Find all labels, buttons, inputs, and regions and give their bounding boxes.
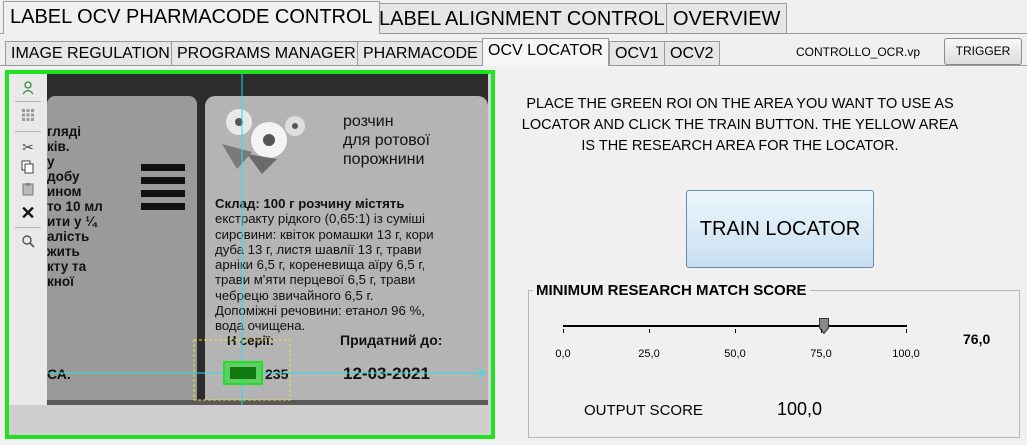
tab-overview[interactable]: OVERVIEW (666, 3, 788, 33)
tab-image-regulation[interactable]: IMAGE REGULATION (5, 41, 176, 65)
slider-tick (649, 329, 650, 333)
slider-tick (735, 329, 736, 333)
paste-icon[interactable] (19, 182, 37, 200)
slider-tick (563, 329, 564, 333)
slider-tick-label: 75,0 (810, 348, 832, 360)
toolbar-separator (15, 131, 41, 132)
slider-tick (906, 329, 907, 333)
tab-ocv1[interactable]: OCV1 (609, 41, 665, 65)
roi-person-icon[interactable] (19, 80, 37, 98)
tab-ocv2[interactable]: OCV2 (664, 41, 720, 65)
trigger-button[interactable]: TRIGGER (944, 38, 1022, 65)
program-filename: CONTROLLO_OCR.vp (796, 45, 921, 59)
output-score-label: OUTPUT SCORE (584, 402, 703, 419)
slider-tick-label: 0,0 (555, 348, 571, 360)
viewer-toolbar: ✂ ✕ (9, 74, 48, 405)
slider-tick-label: 100,0 (892, 348, 920, 360)
camera-image[interactable]: гляді ків. у добу ином то 10 мл ити у ¼ … (47, 74, 488, 405)
toolbar-separator (15, 227, 41, 228)
copy-icon[interactable] (19, 160, 37, 178)
tab-pharmacode[interactable]: PHARMACODE (357, 41, 484, 65)
instructions-text: PLACE THE GREEN ROI ON THE AREA YOU WANT… (521, 96, 959, 154)
grid-icon[interactable] (19, 108, 37, 126)
score-slider-track[interactable] (563, 325, 907, 327)
tab-label-ocv-pharmacode-control[interactable]: LABEL OCV PHARMACODE CONTROL (3, 1, 380, 34)
train-locator-button[interactable]: TRAIN LOCATOR (686, 190, 874, 268)
slider-tick-label: 25,0 (638, 348, 660, 360)
slider-tick (821, 329, 822, 333)
locator-match-mark (230, 367, 256, 379)
score-value-display: 76,0 (963, 331, 991, 347)
toolbar-separator (15, 101, 41, 102)
tab-programs-manager[interactable]: PROGRAMS MANAGER (171, 41, 362, 65)
delete-x-icon[interactable]: ✕ (19, 204, 37, 222)
tab-ocv-locator[interactable]: OCV LOCATOR (482, 38, 609, 66)
slider-tick-label: 50,0 (724, 348, 746, 360)
tab-label-alignment-control[interactable]: LABEL ALIGNMENT CONTROL (372, 3, 672, 33)
score-group-title: MINIMUM RESEARCH MATCH SCORE (533, 282, 810, 299)
output-score-value: 100,0 (777, 399, 823, 419)
zoom-icon[interactable] (19, 234, 37, 252)
cut-icon[interactable]: ✂ (19, 138, 37, 156)
